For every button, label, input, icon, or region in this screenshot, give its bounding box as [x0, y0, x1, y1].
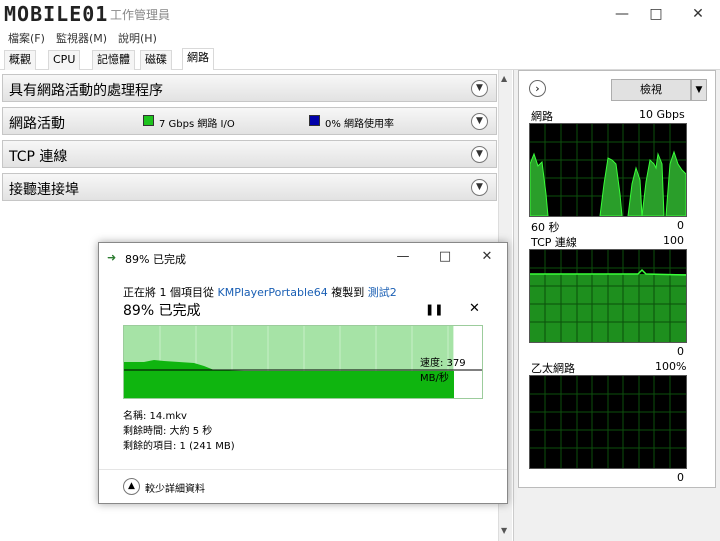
maximize-icon[interactable]: □ — [644, 4, 668, 24]
dialog-footer: ▲ 較少詳細資料 — [99, 469, 507, 503]
section-network-activity[interactable]: 網路活動 7 Gbps 網路 I/O 0% 網路使用率 ▼ — [2, 107, 497, 135]
graph-network-time: 60 秒 — [531, 221, 560, 234]
section-listening-ports[interactable]: 接聽連接埠 ▼ — [2, 173, 497, 201]
fewer-details-link[interactable]: 較少詳細資料 — [145, 480, 205, 495]
menu-help[interactable]: 說明(H) — [118, 30, 157, 46]
legend-usage-swatch — [309, 115, 320, 126]
graph-network-min: 0 — [677, 219, 684, 232]
close-icon[interactable]: ✕ — [686, 4, 710, 24]
menu-monitor[interactable]: 監視器(M) — [56, 30, 107, 46]
section-processes[interactable]: 具有網路活動的處理程序 ▼ — [2, 74, 497, 102]
tab-network[interactable]: 網路 — [182, 48, 214, 70]
graph-network-max: 10 Gbps — [639, 108, 685, 121]
copy-description: 正在將 1 個項目從 KMPlayerPortable64 複製到 測試2 — [123, 284, 397, 300]
tab-disk[interactable]: 磁碟 — [140, 50, 172, 70]
minimize-icon[interactable]: — — [393, 248, 413, 266]
legend-usage-text: 0% 網路使用率 — [325, 119, 395, 130]
graph-ethernet-max: 100% — [655, 360, 687, 373]
tab-overview[interactable]: 概觀 — [4, 50, 36, 70]
menu-file[interactable]: 檔案(F) — [8, 30, 45, 46]
chevron-down-icon[interactable]: ▼ — [471, 146, 488, 163]
speed-readout: 速度: 379 MB/秒 — [420, 358, 466, 384]
scroll-down-icon[interactable]: ▼ — [501, 526, 507, 535]
cancel-copy-button[interactable]: ✕ — [469, 301, 480, 316]
source-folder-link[interactable]: KMPlayerPortable64 — [218, 286, 328, 299]
graph-tcp-max: 100 — [663, 234, 684, 247]
percent-complete: 89% 已完成 — [123, 303, 201, 319]
file-name: 名稱: 14.mkv — [123, 411, 187, 422]
legend-io-swatch — [143, 115, 154, 126]
chevron-up-icon[interactable]: ▲ — [123, 478, 140, 495]
copy-arrow-icon: ➜ — [107, 251, 117, 264]
chevron-down-icon[interactable]: ▼ — [471, 80, 488, 97]
section-tcp[interactable]: TCP 連線 ▼ — [2, 140, 497, 168]
minimize-icon[interactable]: — — [610, 4, 634, 24]
window-title: 工作管理員 — [110, 8, 171, 22]
graph-panel: › 檢視 ▼ 網路 10 Gbps 60 秒 0 TCP 連線 100 0 乙太… — [518, 70, 716, 488]
section-title: 接聽連接埠 — [9, 182, 79, 198]
chevron-down-icon[interactable]: ▼ — [471, 179, 488, 196]
chevron-right-icon[interactable]: › — [529, 80, 546, 97]
watermark-logo: MOBILE01 — [4, 2, 109, 26]
close-icon[interactable]: ✕ — [477, 248, 497, 266]
view-button[interactable]: 檢視 — [611, 79, 691, 101]
tab-memory[interactable]: 記憶體 — [92, 50, 135, 70]
graph-tcp-min: 0 — [677, 345, 684, 358]
scroll-up-icon[interactable]: ▲ — [501, 74, 507, 83]
items-remaining: 剩餘的項目: 1 (241 MB) — [123, 441, 235, 452]
pause-button[interactable]: ❚❚ — [425, 303, 443, 316]
transfer-speed-graph: 速度: 379 MB/秒 — [123, 325, 483, 399]
graph-ethernet-label: 乙太網路 — [531, 362, 575, 375]
graph-ethernet-min: 0 — [677, 471, 684, 484]
maximize-icon[interactable]: □ — [435, 248, 455, 266]
dialog-title: 89% 已完成 — [125, 253, 186, 266]
tab-bar: 概觀 CPU 記憶體 磁碟 網路 — [0, 46, 720, 70]
section-title: 具有網路活動的處理程序 — [9, 83, 163, 99]
chevron-down-icon[interactable]: ▼ — [471, 113, 488, 130]
copy-progress-dialog: ➜ 89% 已完成 — □ ✕ 正在將 1 個項目從 KMPlayerPorta… — [98, 242, 508, 504]
title-bar: MOBILE01 工作管理員 — □ ✕ — [0, 0, 720, 28]
menu-bar: 檔案(F) 監視器(M) 說明(H) — [0, 28, 720, 46]
section-title: 網路活動 — [9, 116, 65, 132]
dest-folder-link[interactable]: 測試2 — [368, 286, 397, 299]
copy-mid: 複製到 — [327, 286, 368, 299]
legend-io-text: 7 Gbps 網路 I/O — [159, 119, 235, 130]
tab-cpu[interactable]: CPU — [48, 50, 81, 70]
graph-network — [529, 123, 687, 217]
copy-prefix: 正在將 1 個項目從 — [123, 286, 218, 299]
graph-ethernet — [529, 375, 687, 469]
section-title: TCP 連線 — [9, 149, 68, 165]
graph-tcp-label: TCP 連線 — [531, 236, 577, 249]
view-dropdown-icon[interactable]: ▼ — [691, 79, 707, 101]
graph-tcp — [529, 249, 687, 343]
time-remaining: 剩餘時間: 大約 5 秒 — [123, 426, 213, 437]
graph-network-label: 網路 — [531, 110, 553, 123]
